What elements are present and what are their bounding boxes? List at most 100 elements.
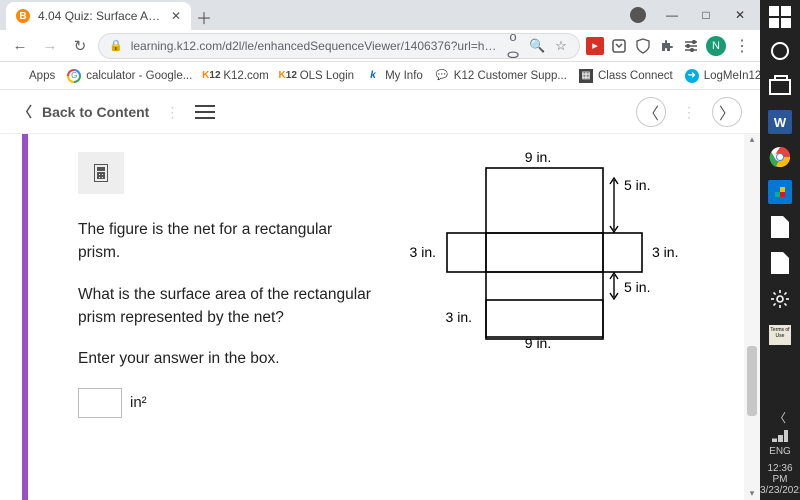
next-page-button[interactable]: 〉 — [712, 97, 742, 127]
new-tab-button[interactable]: ＋ — [191, 4, 217, 30]
class-connect-icon: ▦ — [579, 69, 593, 83]
logmein-icon: ➜ — [685, 69, 699, 83]
tray-overflow-icon[interactable]: 〈 — [760, 409, 800, 426]
bookmark-label: calculator - Google... — [86, 70, 192, 82]
clock-time[interactable]: 12:36 PM — [760, 463, 800, 485]
window-maximize-button[interactable]: □ — [690, 1, 722, 29]
bookmark-ols-login[interactable]: K12 OLS Login — [281, 69, 354, 83]
prism-net-figure: 9 in. 5 in. 3 in. 3 in. 5 in. 3 in. 9 in… — [406, 150, 706, 488]
tab-favicon-icon: B — [16, 9, 30, 23]
scroll-down-icon[interactable]: ▾ — [744, 488, 760, 500]
bookmark-apps[interactable]: Apps — [10, 69, 55, 83]
divider-dots-icon: ⋮ — [682, 110, 696, 114]
k-italic-icon: k — [366, 69, 380, 83]
browser-toolbar: ← → ↻ 🔒 learning.k12.com/d2l/le/enhanced… — [0, 30, 760, 62]
answer-input[interactable] — [78, 388, 122, 418]
taskbar-file-icon[interactable] — [767, 214, 793, 240]
task-view-icon[interactable] — [767, 74, 793, 100]
dim-right-flap: 3 in. — [652, 244, 678, 260]
answer-unit: in² — [130, 392, 147, 415]
window-minimize-button[interactable]: — — [656, 1, 688, 29]
nav-forward-button[interactable]: → — [38, 34, 62, 58]
question-text-1: The figure is the net for a rectangular … — [78, 218, 378, 265]
dim-left-flap: 3 in. — [410, 244, 436, 260]
tab-title: 4.04 Quiz: Surface Area — [38, 9, 163, 23]
start-button[interactable] — [769, 6, 791, 28]
input-language[interactable]: ENG — [760, 446, 800, 457]
dim-top-height: 5 in. — [624, 177, 650, 193]
bookmark-label: Apps — [29, 70, 55, 82]
dim-top-width: 9 in. — [525, 149, 551, 165]
extensions-puzzle-icon[interactable] — [658, 37, 676, 55]
extension-pocket-icon[interactable] — [610, 37, 628, 55]
browser-tab[interactable]: B 4.04 Quiz: Surface Area ✕ — [6, 2, 191, 30]
bookmark-k12-support[interactable]: 💬 K12 Customer Supp... — [435, 69, 567, 83]
scroll-up-icon[interactable]: ▴ — [744, 134, 760, 146]
dim-bottom-width: 9 in. — [525, 335, 551, 351]
bookmark-label: Class Connect — [598, 70, 673, 82]
zoom-icon[interactable]: 🔍 — [529, 38, 545, 54]
extension-pdf-icon[interactable]: ▸ — [586, 37, 604, 55]
taskbar-file-icon[interactable] — [767, 250, 793, 276]
page-body: The figure is the net for a rectangular … — [0, 134, 760, 500]
clock-date[interactable]: 3/23/2021 — [760, 485, 800, 496]
browser-window: B 4.04 Quiz: Surface Area ✕ ＋ — □ ✕ ← → … — [0, 0, 760, 500]
apps-grid-icon — [10, 69, 24, 83]
extension-equalizer-icon[interactable] — [682, 37, 700, 55]
bookmark-class-connect[interactable]: ▦ Class Connect — [579, 69, 673, 83]
k12-icon: K12 — [204, 69, 218, 83]
back-to-content-button[interactable]: 〈 Back to Content — [18, 102, 149, 122]
bookmark-label: My Info — [385, 70, 423, 82]
chevron-left-icon: 〈 — [18, 102, 32, 122]
calculator-icon — [94, 164, 108, 182]
content-scrollbar[interactable]: ▴ ▾ — [744, 134, 760, 500]
bookmark-label: LogMeIn123 — [704, 70, 768, 82]
network-icon[interactable] — [772, 430, 788, 442]
k12-icon: K12 — [281, 69, 295, 83]
bookmark-logmein[interactable]: ➜ LogMeIn123 — [685, 69, 768, 83]
bookmark-star-icon[interactable]: ☆ — [553, 38, 569, 54]
question-panel: The figure is the net for a rectangular … — [28, 134, 760, 500]
google-icon — [67, 69, 81, 83]
windows-taskbar: W Terms of Use 〈 ENG 12:36 PM 3/23/2021 — [760, 0, 800, 500]
dim-bottom-height: 5 in. — [624, 279, 650, 295]
profile-avatar[interactable]: N — [706, 36, 726, 56]
prev-page-button[interactable]: 〈 — [636, 97, 666, 127]
calculator-tool-button[interactable] — [78, 152, 124, 194]
taskbar-terms-icon[interactable]: Terms of Use — [767, 322, 793, 348]
taskbar-settings-icon[interactable] — [767, 286, 793, 312]
cortana-icon[interactable] — [767, 38, 793, 64]
bookmark-label: K12 Customer Supp... — [454, 70, 567, 82]
url-text: learning.k12.com/d2l/le/enhancedSequence… — [131, 39, 497, 53]
lock-icon: 🔒 — [109, 39, 123, 52]
tab-close-icon[interactable]: ✕ — [171, 9, 181, 23]
address-bar[interactable]: 🔒 learning.k12.com/d2l/le/enhancedSequen… — [98, 33, 580, 59]
taskbar-photos-icon[interactable] — [768, 180, 792, 204]
chat-icon: 💬 — [435, 69, 449, 83]
taskbar-chrome-icon[interactable] — [767, 144, 793, 170]
bookmark-label: OLS Login — [300, 70, 354, 82]
nav-back-button[interactable]: ← — [8, 34, 32, 58]
system-tray: 〈 ENG 12:36 PM 3/23/2021 — [760, 409, 800, 500]
taskbar-word-icon[interactable]: W — [768, 110, 792, 134]
bookmarks-bar: Apps calculator - Google... K12 K12.com … — [0, 62, 760, 90]
chrome-menu-button[interactable]: ⋮ — [732, 36, 752, 56]
bookmark-my-info[interactable]: k My Info — [366, 69, 423, 83]
window-controls: — □ ✕ — [622, 0, 760, 30]
tab-strip: B 4.04 Quiz: Surface Area ✕ ＋ — □ ✕ — [0, 0, 760, 30]
bookmark-google-calculator[interactable]: calculator - Google... — [67, 69, 192, 83]
translate-icon[interactable]: ᴏᯆ — [505, 33, 521, 59]
dim-bottom-flap: 3 in. — [446, 309, 472, 325]
window-close-button[interactable]: ✕ — [724, 1, 756, 29]
nav-reload-button[interactable]: ↻ — [68, 34, 92, 58]
question-text-2: What is the surface area of the rectangu… — [78, 283, 378, 330]
answer-prompt: Enter your answer in the box. — [78, 347, 378, 370]
toc-menu-button[interactable] — [195, 105, 215, 119]
divider-dots-icon: ⋮ — [165, 110, 179, 114]
extension-shield-icon[interactable] — [634, 37, 652, 55]
content-header: 〈 Back to Content ⋮ 〈 ⋮ 〉 — [0, 90, 760, 134]
incognito-indicator-icon — [622, 1, 654, 29]
scroll-thumb[interactable] — [747, 346, 757, 416]
bookmark-k12com[interactable]: K12 K12.com — [204, 69, 268, 83]
back-label: Back to Content — [42, 104, 149, 120]
